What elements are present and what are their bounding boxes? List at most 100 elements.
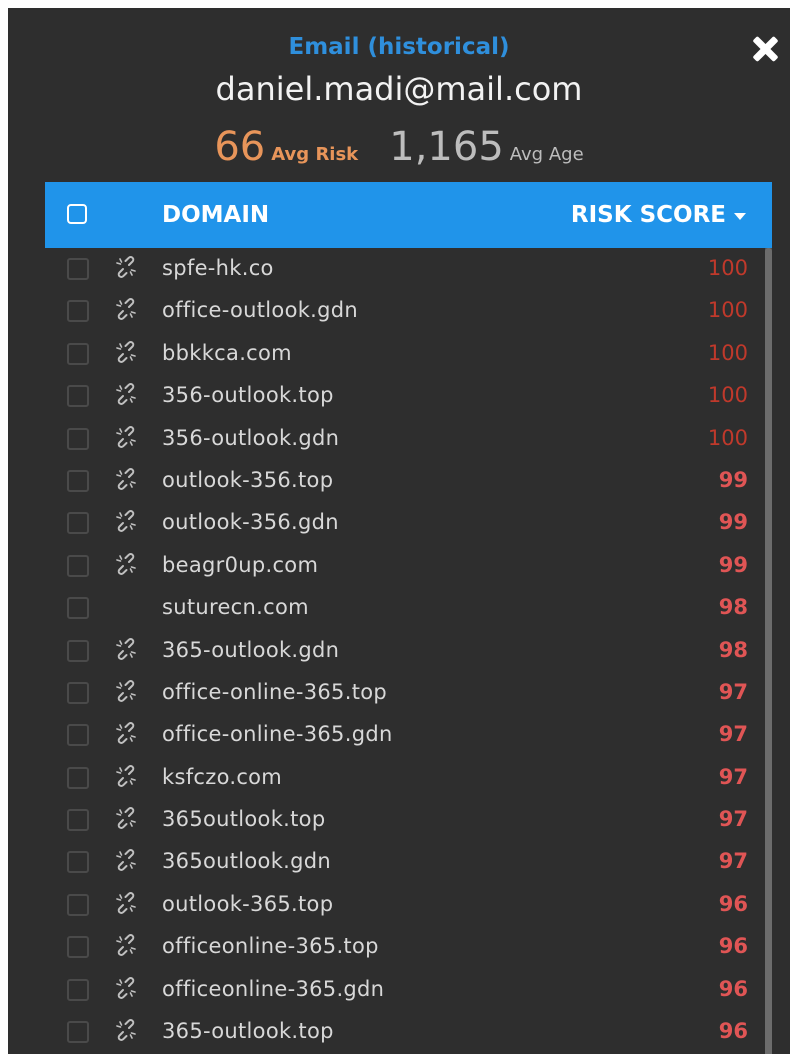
row-checkbox[interactable] <box>67 851 89 874</box>
close-icon[interactable] <box>752 36 778 62</box>
table-row[interactable]: 365outlook.top 97 <box>45 799 772 841</box>
row-checkbox[interactable] <box>67 639 89 662</box>
table-row[interactable]: officeonline-365.top 96 <box>45 926 772 968</box>
broken-link-icon <box>116 849 136 872</box>
row-checkbox[interactable] <box>67 724 89 747</box>
risk-score-value: 100 <box>707 425 748 450</box>
risk-score-value: 98 <box>718 595 748 620</box>
domain-link[interactable]: office-online-365.gdn <box>162 722 393 746</box>
row-checkbox[interactable] <box>67 597 89 620</box>
broken-link-icon <box>116 722 136 745</box>
row-checkbox[interactable] <box>67 385 89 408</box>
risk-score-value: 97 <box>718 764 748 789</box>
domain-link[interactable]: outlook-365.top <box>162 892 333 916</box>
row-checkbox[interactable] <box>67 766 89 789</box>
column-header-risk-score[interactable]: RISK SCORE <box>571 202 726 228</box>
stats-row: 66 Avg Risk 1,165 Avg Age <box>8 124 790 170</box>
domain-link[interactable]: office-online-365.top <box>162 680 387 704</box>
broken-link-icon <box>116 510 136 533</box>
domain-link[interactable]: officeonline-365.top <box>162 934 379 958</box>
email-address: daniel.madi@mail.com <box>215 70 583 108</box>
caret-down-icon[interactable] <box>734 213 746 220</box>
domain-link[interactable]: spfe-hk.co <box>162 256 274 280</box>
risk-score-value: 96 <box>718 934 748 959</box>
risk-score-value: 96 <box>718 976 748 1001</box>
table-row[interactable]: outlook-365.top 96 <box>45 884 772 926</box>
panel-header: Email (historical) daniel.madi@mail.com … <box>8 8 790 182</box>
domain-link[interactable]: 356-outlook.top <box>162 383 334 407</box>
table-row[interactable]: officeonline-365.gdn 96 <box>45 969 772 1011</box>
domain-link[interactable]: 365outlook.gdn <box>162 849 331 873</box>
row-checkbox[interactable] <box>67 258 89 280</box>
table-row[interactable]: 365-outlook.top 96 <box>45 1011 772 1053</box>
table-row[interactable]: 356-outlook.top 100 <box>45 375 772 417</box>
table-row[interactable]: beagr0up.com 99 <box>45 545 772 587</box>
table-row[interactable]: spfe-hk.co 100 <box>45 248 772 290</box>
risk-score-value: 96 <box>718 891 748 916</box>
broken-link-icon <box>116 383 136 406</box>
row-checkbox[interactable] <box>67 342 89 365</box>
row-checkbox[interactable] <box>67 893 89 916</box>
risk-score-value: 97 <box>718 849 748 874</box>
row-checkbox[interactable] <box>67 427 89 450</box>
row-checkbox[interactable] <box>67 809 89 832</box>
row-checkbox[interactable] <box>67 978 89 1001</box>
table-row[interactable]: suturecn.com 98 <box>45 587 772 629</box>
table-row[interactable]: outlook-356.gdn 99 <box>45 502 772 544</box>
risk-score-value: 100 <box>707 383 748 408</box>
table-body: spfe-hk.co 100 office-outlook.gdn 100 bbkkca… <box>45 248 772 1053</box>
domain-link[interactable]: ksfczo.com <box>162 765 282 789</box>
avg-risk-value: 66 <box>214 124 266 170</box>
row-checkbox[interactable] <box>67 512 89 535</box>
risk-score-value: 100 <box>707 340 748 365</box>
domain-link[interactable]: 365-outlook.top <box>162 1019 334 1043</box>
risk-score-value: 100 <box>707 298 748 323</box>
domain-link[interactable]: beagr0up.com <box>162 553 318 577</box>
domain-link[interactable]: officeonline-365.gdn <box>162 977 384 1001</box>
row-checkbox[interactable] <box>67 936 89 959</box>
row-checkbox[interactable] <box>67 554 89 577</box>
domain-link[interactable]: bbkkca.com <box>162 341 292 365</box>
table-row[interactable]: 356-outlook.gdn 100 <box>45 418 772 460</box>
broken-link-icon <box>116 807 136 830</box>
broken-link-icon <box>116 637 136 660</box>
table-row[interactable]: office-online-365.top 97 <box>45 672 772 714</box>
risk-score-value: 97 <box>718 679 748 704</box>
broken-link-icon <box>116 425 136 448</box>
row-checkbox[interactable] <box>67 681 89 704</box>
broken-link-icon <box>116 891 136 914</box>
broken-link-icon <box>116 1019 136 1041</box>
risk-score-value: 98 <box>718 637 748 662</box>
broken-link-icon <box>116 340 136 363</box>
domain-link[interactable]: outlook-356.top <box>162 468 333 492</box>
broken-link-icon <box>116 976 136 999</box>
select-all-checkbox[interactable] <box>67 204 87 224</box>
column-header-domain[interactable]: DOMAIN <box>162 202 269 228</box>
risk-score-value: 99 <box>718 467 748 492</box>
domain-link[interactable]: 365-outlook.gdn <box>162 638 339 662</box>
table-row[interactable]: office-outlook.gdn 100 <box>45 290 772 332</box>
table-row[interactable]: bbkkca.com 100 <box>45 333 772 375</box>
table-row[interactable]: 365outlook.gdn 97 <box>45 841 772 883</box>
panel-title: Email (historical) <box>288 34 510 60</box>
scrollbar-thumb[interactable] <box>765 248 772 1054</box>
table-row[interactable]: outlook-356.top 99 <box>45 460 772 502</box>
risk-score-value: 97 <box>718 807 748 832</box>
row-checkbox[interactable] <box>67 469 89 492</box>
broken-link-icon <box>116 468 136 490</box>
domain-link[interactable]: 356-outlook.gdn <box>162 426 339 450</box>
broken-link-icon <box>116 934 136 957</box>
domain-link[interactable]: 365outlook.top <box>162 807 325 831</box>
domain-link[interactable]: outlook-356.gdn <box>162 510 339 534</box>
email-history-panel: Email (historical) daniel.madi@mail.com … <box>8 8 790 1054</box>
scrollbar[interactable] <box>765 248 772 1054</box>
table-row[interactable]: 365-outlook.gdn 98 <box>45 630 772 672</box>
row-checkbox[interactable] <box>67 1021 89 1044</box>
row-checkbox[interactable] <box>67 300 89 323</box>
broken-link-icon <box>116 679 136 702</box>
domain-link[interactable]: office-outlook.gdn <box>162 298 358 322</box>
table-row[interactable]: ksfczo.com 97 <box>45 757 772 799</box>
broken-link-icon <box>116 552 136 575</box>
table-row[interactable]: office-online-365.gdn 97 <box>45 714 772 756</box>
domain-link[interactable]: suturecn.com <box>162 595 309 619</box>
